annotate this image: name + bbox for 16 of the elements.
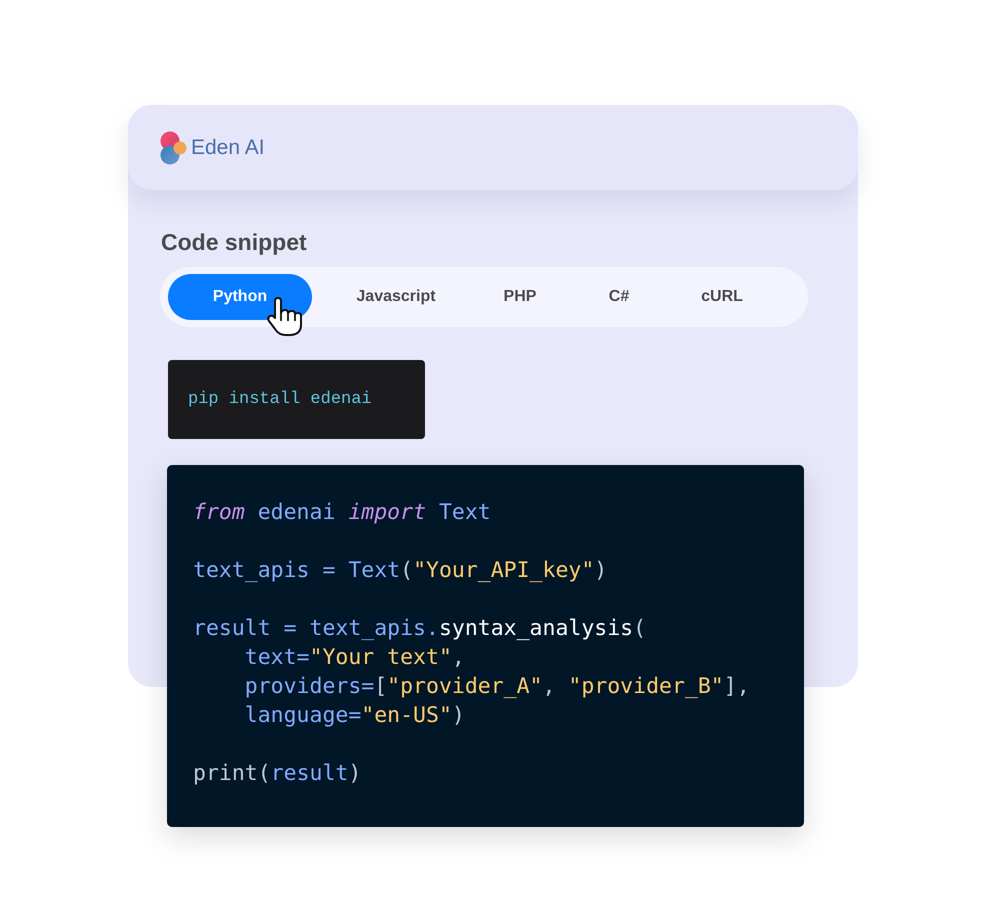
brand-name: Eden AI xyxy=(191,134,265,161)
code-line: text_apis = Text("Your_API_key") xyxy=(193,557,608,585)
section-title: Code snippet xyxy=(161,228,308,256)
code-line: providers=["provider_A", "provider_B"], xyxy=(244,673,750,701)
install-command: pip install edenai xyxy=(188,388,372,411)
language-tab[interactable]: PHP xyxy=(480,274,560,320)
code-line: language="en-US") xyxy=(244,702,465,730)
code-line: print(result) xyxy=(193,760,362,788)
language-tab[interactable]: C# xyxy=(560,274,678,320)
code-line: text="Your text", xyxy=(244,644,465,672)
language-tab[interactable]: cURL xyxy=(678,274,766,320)
code-line: result = text_apis.syntax_analysis( xyxy=(193,615,646,643)
language-tab[interactable]: Javascript xyxy=(312,274,480,320)
code-line: from edenai import Text xyxy=(193,499,491,527)
logo-icon xyxy=(160,130,187,164)
language-tab[interactable]: Python xyxy=(168,274,312,320)
